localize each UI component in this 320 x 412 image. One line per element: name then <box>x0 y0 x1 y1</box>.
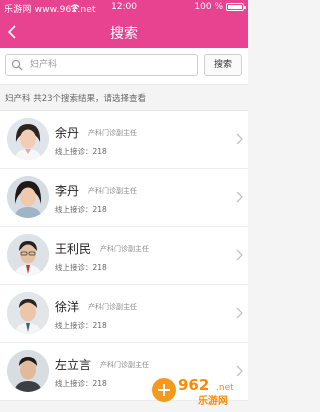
search-icon <box>11 59 23 71</box>
status-bar: 乐游网 www.962.net 12:00 100 % <box>0 0 248 16</box>
doctor-title: 产科门诊副主任 <box>88 303 137 311</box>
doctor-row[interactable]: 徐洋 产科门诊副主任 线上接诊：218 <box>0 285 248 343</box>
doctor-consult-count: 线上接诊：218 <box>55 263 107 272</box>
doctor-name: 王利民 <box>55 242 92 256</box>
chevron-right-icon <box>236 133 243 145</box>
doctor-row[interactable]: 王利民 产科门诊副主任 线上接诊：218 <box>0 227 248 285</box>
search-bar: 搜索 <box>0 48 248 85</box>
watermark-logo-text: 962 <box>178 376 209 394</box>
doctor-name: 徐洋 <box>55 300 80 314</box>
doctor-row[interactable]: 余丹 产科门诊副主任 线上接诊：218 <box>0 111 248 169</box>
battery-percent: 100 % <box>194 2 223 12</box>
doctor-consult-count: 线上接诊：218 <box>55 379 107 388</box>
doctor-list: 余丹 产科门诊副主任 线上接诊：218 李丹 产科门诊副主任 线上接诊：218 <box>0 110 248 401</box>
battery-fill <box>228 5 242 9</box>
doctor-consult-count: 线上接诊：218 <box>55 147 107 156</box>
doctor-avatar <box>7 350 49 392</box>
search-button[interactable]: 搜索 <box>204 54 242 76</box>
search-input[interactable] <box>30 57 190 73</box>
chevron-right-icon <box>236 307 243 319</box>
chevron-right-icon <box>236 249 243 261</box>
doctor-avatar <box>7 176 49 218</box>
search-field[interactable] <box>5 54 198 76</box>
doctor-row[interactable]: 李丹 产科门诊副主任 线上接诊：218 <box>0 169 248 227</box>
doctor-consult-count: 线上接诊：218 <box>55 205 107 214</box>
doctor-title: 产科门诊副主任 <box>88 187 137 195</box>
doctor-title: 产科门诊副主任 <box>100 245 149 253</box>
doctor-avatar <box>7 292 49 334</box>
battery-indicator: 100 % <box>194 2 246 12</box>
watermark-brand-text: 乐游网 <box>198 394 228 407</box>
site-watermark-logo: 962 .net 乐游网 <box>152 376 234 407</box>
page-title: 搜索 <box>110 26 138 42</box>
doctor-avatar <box>7 118 49 160</box>
doctor-name: 左立言 <box>55 358 92 372</box>
doctor-consult-count: 线上接诊：218 <box>55 321 107 330</box>
nav-bar: 搜索 <box>0 16 248 48</box>
doctor-title: 产科门诊副主任 <box>100 361 149 369</box>
doctor-name: 李丹 <box>55 184 80 198</box>
doctor-title: 产科门诊副主任 <box>88 129 137 137</box>
doctor-avatar <box>7 234 49 276</box>
chevron-right-icon <box>236 191 243 203</box>
battery-icon <box>226 3 246 11</box>
watermark-suffix-text: .net <box>216 383 234 393</box>
result-summary: 妇产科 共23个搜索结果，请选择查看 <box>5 94 147 104</box>
doctor-name: 余丹 <box>55 126 80 140</box>
